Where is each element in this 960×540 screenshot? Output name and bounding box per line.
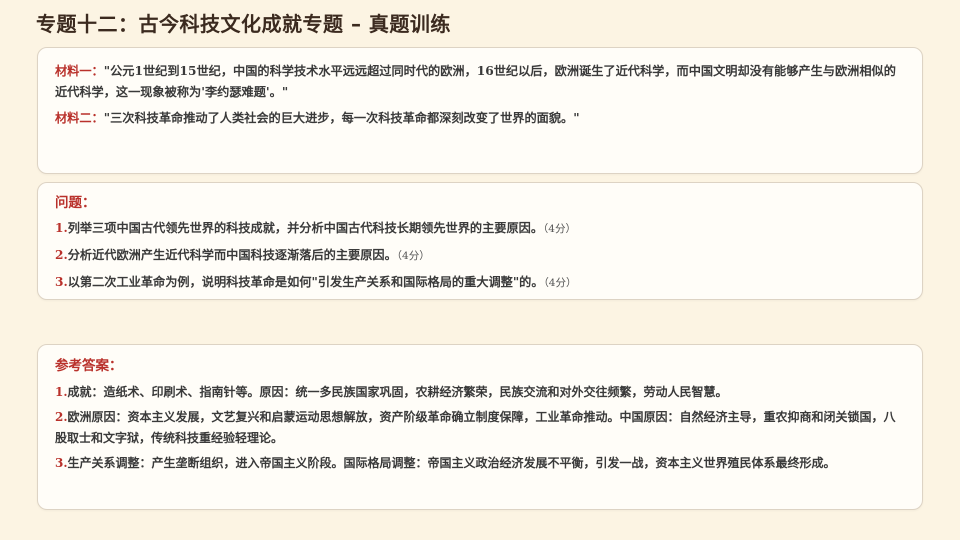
answer-number: 3. (55, 456, 68, 470)
question-number: 3. (55, 275, 68, 289)
questions-heading: 问题： (55, 195, 96, 211)
question-item: 2.分析近代欧洲产生近代科学而中国科技逐渐落后的主要原因。（4分） (55, 246, 904, 265)
material-2: 材料二："三次科技革命推动了人类社会的巨大进步，每一次科技革命都深刻改变了世界的… (55, 108, 904, 129)
answer-item: 3.生产关系调整：产生垄断组织，进入帝国主义阶段。国际格局调整：帝国主义政治经济… (55, 453, 904, 474)
material-text: "三次科技革命推动了人类社会的巨大进步，每一次科技革命都深刻改变了世界的面貌。" (103, 111, 580, 125)
question-score: （4分） (396, 250, 430, 262)
material-label: 材料二： (55, 111, 104, 125)
answers-card: 参考答案： 1.成就：造纸术、印刷术、指南针等。原因：统一多民族国家巩固，农耕经… (37, 344, 923, 510)
material-1: 材料一："公元1世纪到15世纪，中国的科学技术水平远远超过同时代的欧洲，16世纪… (55, 61, 904, 103)
question-text: 以第二次工业革命为例，说明科技革命是如何"引发生产关系和国际格局的重大调整"的。 (67, 275, 544, 289)
answer-number: 1. (55, 385, 68, 399)
question-item: 3.以第二次工业革命为例，说明科技革命是如何"引发生产关系和国际格局的重大调整"… (55, 273, 904, 292)
question-number: 1. (55, 221, 68, 235)
question-number: 2. (55, 248, 68, 262)
answer-text: 生产关系调整：产生垄断组织，进入帝国主义阶段。国际格局调整：帝国主义政治经济发展… (67, 456, 836, 470)
answer-number: 2. (55, 410, 68, 424)
page-title: 专题十二：古今科技文化成就专题 – 真题训练 (36, 12, 451, 36)
question-text: 列举三项中国古代领先世界的科技成就，并分析中国古代科技长期领先世界的主要原因。 (67, 221, 544, 235)
questions-card: 问题： 1.列举三项中国古代领先世界的科技成就，并分析中国古代科技长期领先世界的… (37, 182, 923, 300)
materials-card: 材料一："公元1世纪到15世纪，中国的科学技术水平远远超过同时代的欧洲，16世纪… (37, 47, 923, 174)
answers-heading: 参考答案： (55, 358, 123, 374)
answer-text: 欧洲原因：资本主义发展，文艺复兴和启蒙运动思想解放，资产阶级革命确立制度保障，工… (55, 410, 896, 445)
material-text: "公元1世纪到15世纪，中国的科学技术水平远远超过同时代的欧洲，16世纪以后，欧… (55, 64, 896, 99)
question-item: 1.列举三项中国古代领先世界的科技成就，并分析中国古代科技长期领先世界的主要原因… (55, 219, 904, 238)
answer-text: 成就：造纸术、印刷术、指南针等。原因：统一多民族国家巩固，农耕经济繁荣，民族交流… (67, 385, 728, 399)
question-score: （4分） (543, 277, 577, 289)
question-text: 分析近代欧洲产生近代科学而中国科技逐渐落后的主要原因。 (67, 248, 397, 262)
answer-item: 1.成就：造纸术、印刷术、指南针等。原因：统一多民族国家巩固，农耕经济繁荣，民族… (55, 382, 904, 403)
answer-item: 2.欧洲原因：资本主义发展，文艺复兴和启蒙运动思想解放，资产阶级革命确立制度保障… (55, 407, 904, 449)
question-score: （4分） (543, 223, 576, 235)
material-label: 材料一： (55, 64, 104, 78)
